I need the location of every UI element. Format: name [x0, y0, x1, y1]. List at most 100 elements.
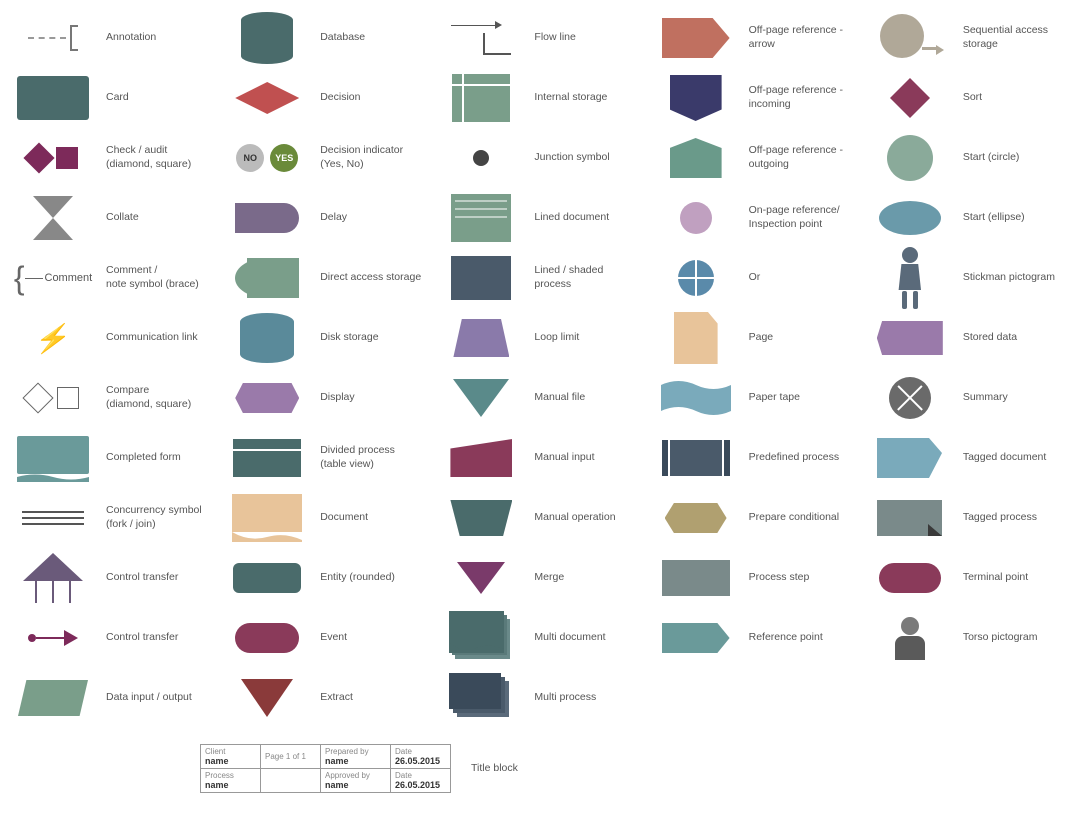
shape-manual-input [436, 433, 526, 483]
shape-summary [865, 373, 955, 423]
item-sort: Sort [859, 68, 1073, 128]
approved-by-label: Approved by [325, 771, 386, 780]
label-reference-point: Reference point [749, 631, 853, 645]
label-card: Card [106, 91, 210, 105]
label-tagged-doc: Tagged document [963, 451, 1067, 465]
item-extract: Extract [216, 668, 430, 728]
shape-collate [8, 193, 98, 243]
label-merge: Merge [534, 571, 638, 585]
item-manual-op: Manual operation [430, 488, 644, 548]
item-loop-limit: Loop limit [430, 308, 644, 368]
title-block-row: Client name Page 1 of 1 Prepared by name… [0, 736, 1075, 797]
item-paper-tape: Paper tape [645, 368, 859, 428]
item-lined-doc: Lined document [430, 188, 644, 248]
shape-terminal [865, 553, 955, 603]
title-block-table: Client name Page 1 of 1 Prepared by name… [200, 744, 451, 793]
shape-predefined [651, 433, 741, 483]
item-database: Database [216, 8, 430, 68]
label-internal-storage: Internal storage [534, 91, 638, 105]
item-document: Document [216, 488, 430, 548]
shape-comment: { Comment [8, 253, 98, 303]
item-delay: Delay [216, 188, 430, 248]
label-event: Event [320, 631, 424, 645]
label-manual-op: Manual operation [534, 511, 638, 525]
shape-decision-indicator: NO YES [222, 133, 312, 183]
item-data-io: Data input / output [2, 668, 216, 728]
item-check-audit: Check / audit(diamond, square) [2, 128, 216, 188]
shape-decision [222, 73, 312, 123]
shape-page [651, 313, 741, 363]
item-decision-indicator: NO YES Decision indicator(Yes, No) [216, 128, 430, 188]
label-decision: Decision [320, 91, 424, 105]
date2-label: Date [395, 771, 446, 780]
date-label: Date [395, 747, 446, 756]
label-document: Document [320, 511, 424, 525]
label-data-io: Data input / output [106, 691, 210, 705]
label-display: Display [320, 391, 424, 405]
shape-offpage-incoming [651, 73, 741, 123]
label-lined-shaded: Lined / shaded process [534, 264, 638, 291]
item-offpage-incoming: Off-page reference -incoming [645, 68, 859, 128]
item-onpage-ref: On-page reference/Inspection point [645, 188, 859, 248]
item-comment: { Comment Comment /note symbol (brace) [2, 248, 216, 308]
shape-start-ellipse [865, 193, 955, 243]
label-onpage-ref: On-page reference/Inspection point [749, 204, 853, 231]
item-tagged-proc: Tagged process [859, 488, 1073, 548]
shape-control-transfer [8, 613, 98, 663]
shape-multi-proc [436, 673, 526, 723]
label-compare: Compare(diamond, square) [106, 384, 210, 411]
shape-display [222, 373, 312, 423]
prepared-by-label: Prepared by [325, 747, 386, 756]
label-collate: Collate [106, 211, 210, 225]
label-offpage-arrow: Off-page reference -arrow [749, 24, 853, 51]
shape-merge [436, 553, 526, 603]
item-multi-proc: Multi process [430, 668, 644, 728]
shape-stored-data [865, 313, 955, 363]
item-control-transfer: Control transfer [2, 608, 216, 668]
item-manual-input: Manual input [430, 428, 644, 488]
shape-paper-tape [651, 373, 741, 423]
title-block-label: Title block [471, 762, 1065, 776]
item-stored-data: Stored data [859, 308, 1073, 368]
item-direct-access: Direct access storage [216, 248, 430, 308]
label-extract: Extract [320, 691, 424, 705]
label-junction: Junction symbol [534, 151, 638, 165]
approved-by-name: name [325, 780, 386, 790]
label-stored-data: Stored data [963, 331, 1067, 345]
label-delay: Delay [320, 211, 424, 225]
item-collate: Collate [2, 188, 216, 248]
di-yes-circle: YES [270, 144, 298, 172]
item-annotation: Annotation [2, 8, 216, 68]
item-tagged-doc: Tagged document [859, 428, 1073, 488]
shape-entity-rounded [222, 553, 312, 603]
shape-offpage-arrow [651, 13, 741, 63]
shape-concurrency [8, 493, 98, 543]
label-decision-indicator: Decision indicator(Yes, No) [320, 144, 424, 171]
date-value: 26.05.2015 [395, 756, 446, 766]
item-lined-shaded: Lined / shaded process [430, 248, 644, 308]
shape-start-circle [865, 133, 955, 183]
label-manual-input: Manual input [534, 451, 638, 465]
label-sequential: Sequential accessstorage [963, 24, 1067, 51]
item-flow-line: Flow line [430, 8, 644, 68]
shape-internal-storage [436, 73, 526, 123]
shape-manual-op [436, 493, 526, 543]
shape-prepare-cond [651, 493, 741, 543]
shape-sequential [865, 13, 955, 63]
shape-offpage-outgoing [651, 133, 741, 183]
label-prepare-cond: Prepare conditional [749, 511, 853, 525]
label-manual-file: Manual file [534, 391, 638, 405]
item-or: Or [645, 248, 859, 308]
label-torso: Torso pictogram [963, 631, 1067, 645]
label-conditional: Control transfer [106, 571, 210, 585]
label-summary: Summary [963, 391, 1067, 405]
shape-data-io [8, 673, 98, 723]
label-page: Page [749, 331, 853, 345]
item-completed-form: Completed form [2, 428, 216, 488]
shape-direct-access [222, 253, 312, 303]
item-card: Card [2, 68, 216, 128]
shape-manual-file [436, 373, 526, 423]
client-name: name [205, 756, 256, 766]
label-disk-storage: Disk storage [320, 331, 424, 345]
shape-reference-point [651, 613, 741, 663]
